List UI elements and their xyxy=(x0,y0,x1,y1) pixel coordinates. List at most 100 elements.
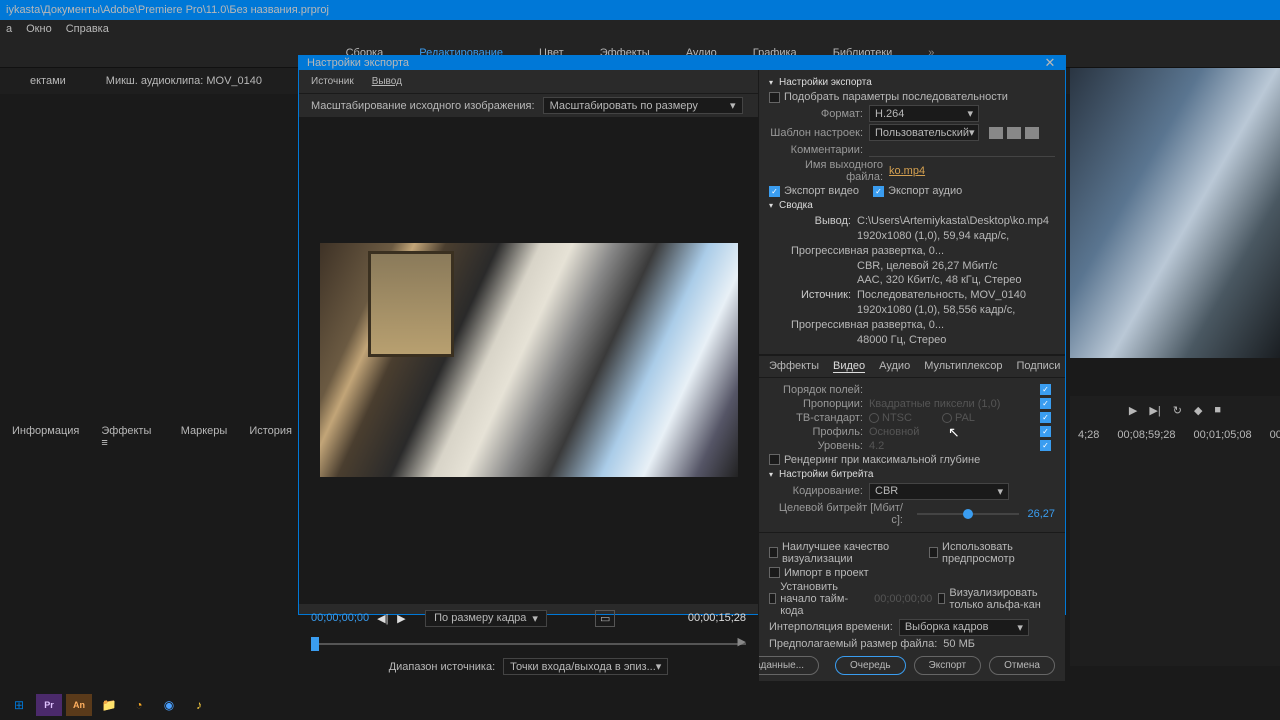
tab-video[interactable]: Видео xyxy=(833,360,865,373)
play-icon[interactable]: ▶ xyxy=(397,612,409,624)
scale-dropdown[interactable]: Масштабировать по размеру▾ xyxy=(543,97,743,114)
format-label: Формат: xyxy=(769,108,869,120)
step-fwd-icon[interactable]: ▶| xyxy=(1149,404,1160,417)
cancel-button[interactable]: Отмена xyxy=(989,656,1055,675)
step-back-icon[interactable]: ◀| xyxy=(377,612,389,624)
source-range-dropdown[interactable]: Точки входа/выхода в эпиз...▾ xyxy=(503,658,668,675)
comment-input[interactable] xyxy=(869,143,1055,157)
menu-window[interactable]: Окно xyxy=(26,23,52,35)
delete-preset-icon[interactable] xyxy=(1025,127,1039,139)
bitrate-value[interactable]: 26,27 xyxy=(1027,508,1055,520)
menu-help[interactable]: Справка xyxy=(66,23,109,35)
timecode-out[interactable]: 00;00;15;28 xyxy=(688,612,746,624)
tab-history[interactable]: История xyxy=(249,425,292,449)
best-quality-checkbox[interactable] xyxy=(769,547,778,558)
tab-markers[interactable]: Маркеры xyxy=(181,425,228,449)
set-timecode-checkbox[interactable] xyxy=(769,593,776,604)
dialog-title: Настройки экспорта xyxy=(307,57,409,69)
pal-radio[interactable] xyxy=(942,413,952,423)
summary-output: Вывод:C:\Users\Artemiykasta\Desktop\ko.m… xyxy=(769,214,1055,288)
animate-icon[interactable]: An xyxy=(66,694,92,716)
aspect-label: Пропорции: xyxy=(769,398,869,410)
menu-item[interactable]: а xyxy=(6,23,12,35)
max-depth-checkbox[interactable] xyxy=(769,454,780,465)
panel-tab-mixer[interactable]: Микш. аудиоклипа: MOV_0140 xyxy=(106,75,262,87)
export-audio-label: Экспорт аудио xyxy=(888,185,962,197)
tab-fx[interactable]: Эффекты xyxy=(769,360,819,373)
start-icon[interactable]: ⊞ xyxy=(6,694,32,716)
tab-source[interactable]: Источник xyxy=(311,76,354,87)
comment-label: Комментарии: xyxy=(769,144,869,156)
import-project-checkbox[interactable] xyxy=(769,567,780,578)
tab-info[interactable]: Информация xyxy=(12,425,79,449)
taskbar: ⊞ Pr An 📁 ◔ ◉ ♪ xyxy=(0,690,1280,720)
camera-icon[interactable]: ■ xyxy=(1214,404,1221,417)
zoom-dropdown[interactable]: По размеру кадра▾ xyxy=(425,610,547,627)
folder-icon[interactable]: 📁 xyxy=(96,694,122,716)
aspect-correction-icon[interactable]: ▭ xyxy=(595,610,615,627)
time-interp-dropdown[interactable]: Выборка кадров▾ xyxy=(899,619,1029,636)
save-preset-icon[interactable] xyxy=(989,127,1003,139)
set-timecode-label: Установить начало тайм-кода xyxy=(780,581,868,617)
chevron-down-icon: ▾ xyxy=(730,99,736,112)
output-filename-link[interactable]: ko.mp4 xyxy=(889,165,925,177)
bitrate-slider[interactable] xyxy=(917,513,1019,515)
playhead[interactable] xyxy=(311,637,319,651)
use-preview-checkbox[interactable] xyxy=(929,547,938,558)
import-project-label: Импорт в проект xyxy=(784,567,869,579)
profile-lock[interactable] xyxy=(1040,426,1051,437)
export-audio-checkbox[interactable] xyxy=(873,186,884,197)
match-sequence-label: Подобрать параметры последовательности xyxy=(784,91,1008,103)
preview-frame xyxy=(320,243,738,477)
close-icon[interactable]: ✕ xyxy=(1043,56,1057,70)
browser-icon[interactable]: ◉ xyxy=(156,694,182,716)
export-settings-dialog: Настройки экспорта ✕ Источник Вывод Масш… xyxy=(298,55,1066,615)
import-preset-icon[interactable] xyxy=(1007,127,1021,139)
settings-tabs: Эффекты Видео Аудио Мультиплексор Подпис… xyxy=(759,355,1065,378)
loop-icon[interactable]: ↻ xyxy=(1173,404,1182,417)
tab-audio[interactable]: Аудио xyxy=(879,360,910,373)
preset-dropdown[interactable]: Пользовательский▾ xyxy=(869,124,979,141)
blender-icon[interactable]: ◔ xyxy=(126,694,152,716)
timecode-in[interactable]: 00;00;00;00 xyxy=(311,612,369,624)
bitrate-header[interactable]: Настройки битрейта xyxy=(769,469,1055,480)
export-settings-header[interactable]: Настройки экспорта xyxy=(769,77,1055,88)
tab-effects[interactable]: Эффекты ≡ xyxy=(101,425,158,449)
field-order-lock[interactable] xyxy=(1040,384,1051,395)
level-lock[interactable] xyxy=(1040,440,1051,451)
export-button[interactable]: Экспорт xyxy=(914,656,982,675)
alpha-only-label: Визуализировать только альфа-кан xyxy=(949,587,1055,611)
tab-output[interactable]: Вывод xyxy=(372,76,402,87)
alpha-only-checkbox[interactable] xyxy=(938,593,945,604)
summary-header[interactable]: Сводка xyxy=(769,200,1055,211)
level-label: Уровень: xyxy=(769,440,869,452)
field-order-label: Порядок полей: xyxy=(769,384,869,396)
scrub-bar[interactable]: ▶ xyxy=(299,633,758,653)
marker-icon[interactable]: ◆ xyxy=(1194,404,1202,417)
target-bitrate-label: Целевой битрейт [Мбит/с]: xyxy=(769,502,909,526)
music-icon[interactable]: ♪ xyxy=(186,694,212,716)
dialog-titlebar[interactable]: Настройки экспорта ✕ xyxy=(299,56,1065,70)
preset-label: Шаблон настроек: xyxy=(769,127,869,139)
format-dropdown[interactable]: H.264▾ xyxy=(869,105,979,122)
scale-label: Масштабирование исходного изображения: xyxy=(311,100,535,112)
export-video-checkbox[interactable] xyxy=(769,186,780,197)
tv-lock[interactable] xyxy=(1040,412,1051,423)
metadata-button[interactable]: Метаданные... xyxy=(759,656,819,675)
play-icon[interactable]: ▶ xyxy=(1129,404,1137,417)
max-depth-label: Рендеринг при максимальной глубине xyxy=(784,454,980,466)
range-end-handle[interactable]: ▶ xyxy=(738,635,746,648)
match-sequence-checkbox[interactable] xyxy=(769,92,780,103)
encoding-dropdown[interactable]: CBR▾ xyxy=(869,483,1009,500)
tab-multiplexer[interactable]: Мультиплексор xyxy=(924,360,1002,373)
premiere-icon[interactable]: Pr xyxy=(36,694,62,716)
queue-button[interactable]: Очередь xyxy=(835,656,906,675)
aspect-value: Квадратные пиксели (1,0) xyxy=(869,398,1000,410)
tab-captions[interactable]: Подписи xyxy=(1017,360,1061,373)
panel-tab[interactable]: ектами xyxy=(30,75,66,87)
use-preview-label: Использовать предпросмотр xyxy=(942,541,1055,565)
timeline-ruler[interactable]: 4;2800;08;59;2800;01;05;0800;01;14;2 xyxy=(1070,425,1280,445)
ntsc-label: NTSC xyxy=(882,412,912,424)
aspect-lock[interactable] xyxy=(1040,398,1051,409)
ntsc-radio[interactable] xyxy=(869,413,879,423)
